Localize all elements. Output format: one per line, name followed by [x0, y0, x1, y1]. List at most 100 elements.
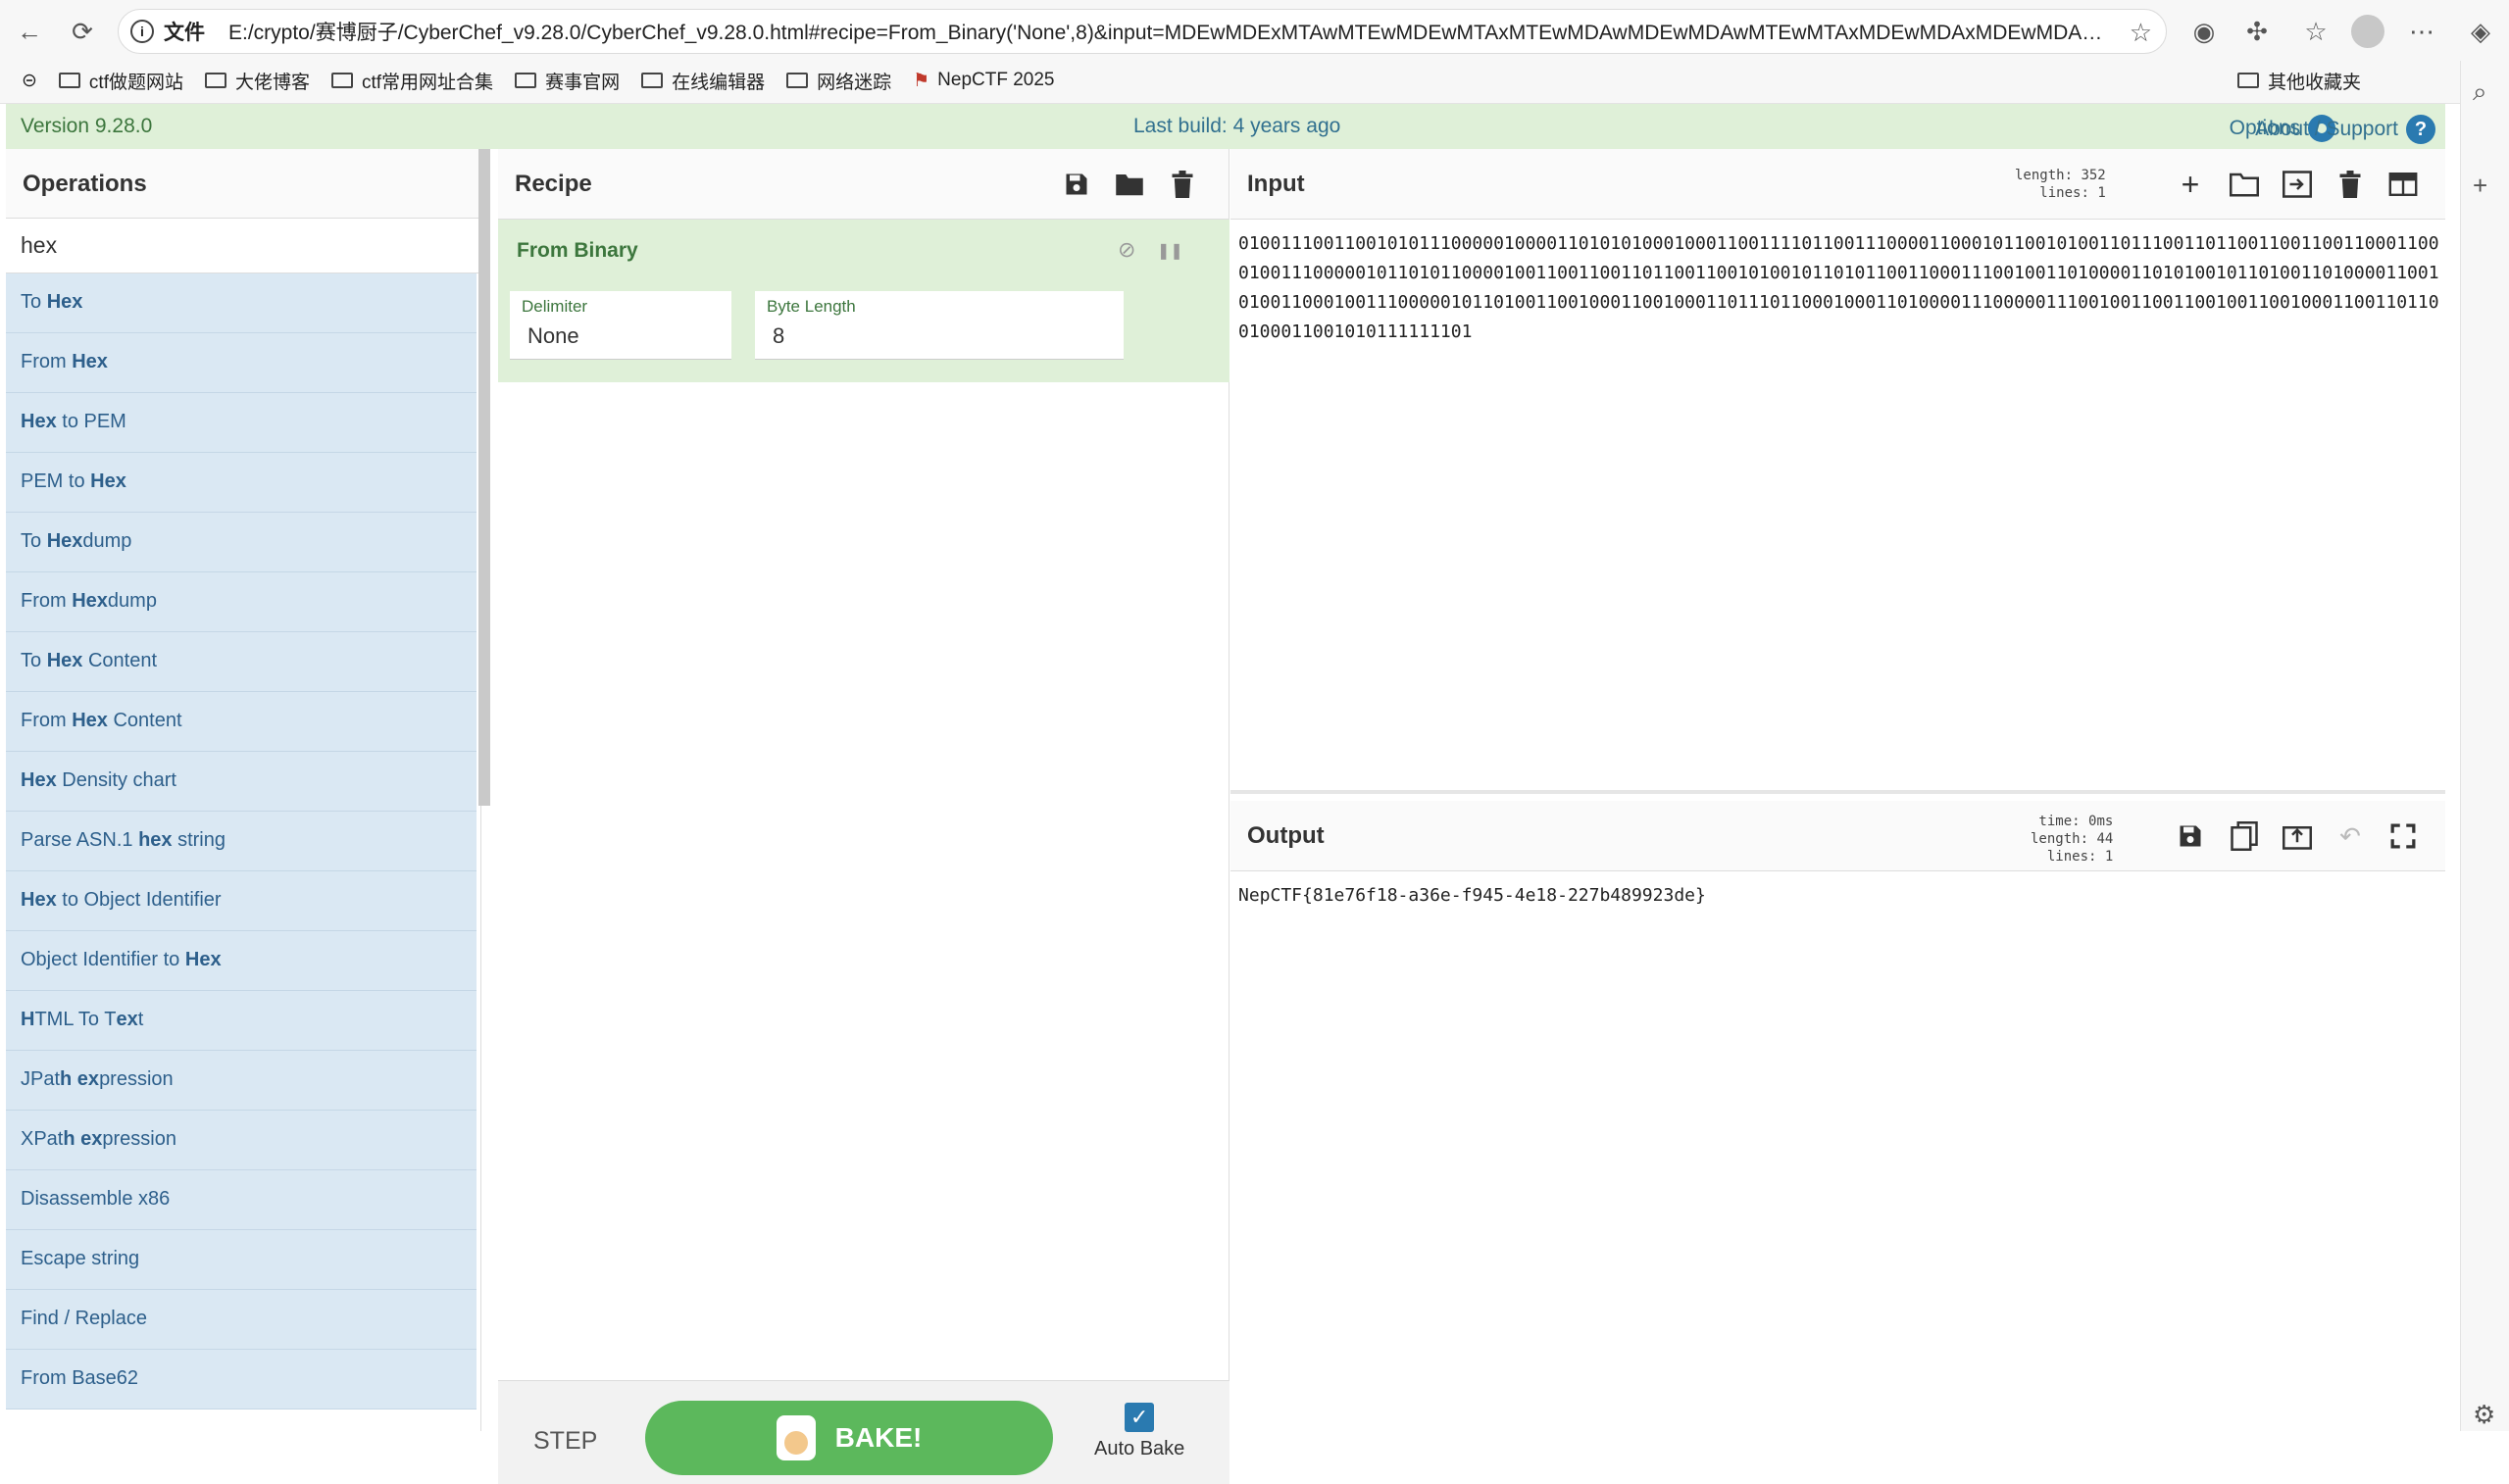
record-icon[interactable]: ◉ — [2184, 12, 2224, 51]
star-icon[interactable]: ☆ — [2130, 18, 2152, 48]
profile-avatar[interactable] — [2351, 15, 2384, 48]
url-text[interactable]: E:/crypto/赛博厨子/CyberChef_v9.28.0/CyberCh… — [228, 17, 2111, 46]
operation-match-text: Hex — [21, 411, 57, 432]
length-label: length: — [2031, 831, 2089, 847]
operation-item[interactable]: Hex to PEM — [6, 393, 477, 453]
bookmark-link[interactable]: ⚑ NepCTF 2025 — [913, 70, 1054, 92]
bookmark-folder[interactable]: ctf做题网站 — [58, 68, 183, 94]
bookmark-folder[interactable]: 在线编辑器 — [641, 68, 765, 94]
operation-item[interactable]: Parse ASN.1 hex string — [6, 812, 477, 871]
maximise-icon[interactable] — [2387, 820, 2419, 852]
time-label: time: — [2038, 814, 2081, 829]
add-tab-icon[interactable]: + — [2175, 167, 2206, 202]
operation-item[interactable]: PEM to Hex — [6, 453, 477, 513]
other-bookmarks[interactable]: 其他收藏夹 — [2236, 68, 2361, 94]
operation-item[interactable]: Hex Density chart — [6, 752, 477, 812]
about-link[interactable]: About / Support? — [2255, 115, 2435, 144]
input-stats: length: 352 lines: 1 — [2015, 167, 2106, 202]
replace-input-icon[interactable] — [2282, 820, 2313, 852]
operation-item[interactable]: From Hex Content — [6, 692, 477, 752]
operation-text: From — [21, 590, 73, 612]
recipe-operation-from-binary[interactable]: From Binary ⊘ ❚❚ Delimiter None Byte Len… — [498, 220, 1229, 382]
operation-item[interactable]: From Hex — [6, 333, 477, 393]
input-header: Input length: 352 lines: 1 + — [1230, 149, 2445, 220]
operation-match-text: H — [21, 1009, 35, 1030]
bookmark-folder[interactable]: ctf常用网址合集 — [331, 68, 493, 94]
reading-list-icon[interactable]: ⊝ — [22, 70, 37, 92]
last-build-label: Last build: 4 years ago — [1133, 115, 1341, 137]
disable-icon[interactable]: ⊘ — [1118, 237, 1135, 263]
operations-title: Operations — [6, 149, 480, 219]
operation-item[interactable]: Object Identifier to Hex — [6, 931, 477, 991]
output-title: Output — [1247, 822, 1325, 849]
operation-item[interactable]: JPath expression — [6, 1051, 477, 1111]
operation-item[interactable]: To Hexdump — [6, 513, 477, 572]
bookmark-folder[interactable]: 网络迷踪 — [786, 68, 891, 94]
length-label: length: — [2015, 168, 2074, 183]
trash-icon[interactable] — [1167, 169, 1198, 200]
pause-icon[interactable]: ❚❚ — [1157, 241, 1183, 261]
operation-match-text: Hex — [90, 470, 126, 492]
folder-icon — [58, 73, 80, 88]
reload-icon[interactable]: ⟳ — [65, 14, 100, 49]
copy-icon[interactable] — [2229, 820, 2260, 852]
settings-icon[interactable]: ⚙ — [2473, 1400, 2495, 1430]
trash-icon[interactable] — [2334, 169, 2366, 200]
bookmark-folder[interactable]: 赛事官网 — [515, 68, 620, 94]
operation-match-text: Hex — [184, 949, 222, 970]
edge-sidebar: ⌕ + ⚙ — [2460, 61, 2509, 1431]
operation-item[interactable]: Escape string — [6, 1230, 477, 1290]
scrollbar[interactable] — [478, 149, 490, 806]
lines-value: 1 — [2097, 185, 2106, 201]
operation-item[interactable]: Disassemble x86 — [6, 1170, 477, 1230]
add-icon[interactable]: + — [2473, 171, 2487, 201]
favorites-icon[interactable]: ☆ — [2296, 12, 2335, 51]
bookmark-label: 其他收藏夹 — [2267, 72, 2361, 93]
folder-icon[interactable] — [1114, 169, 1145, 200]
more-icon[interactable]: ⋯ — [2402, 12, 2441, 51]
extensions-icon[interactable]: ✣ — [2237, 12, 2277, 51]
bookmark-label: 在线编辑器 — [672, 72, 766, 93]
layout-icon[interactable] — [2387, 169, 2419, 200]
search-icon[interactable]: ⌕ — [2473, 76, 2487, 108]
operation-match-text: hex — [138, 829, 173, 851]
operation-item[interactable]: Hex to Object Identifier — [6, 871, 477, 931]
save-icon[interactable] — [1061, 169, 1092, 200]
copilot-icon[interactable]: ◈ — [2461, 12, 2500, 51]
auto-bake-label: Auto Bake — [1094, 1438, 1185, 1459]
operation-text: pression — [102, 1128, 176, 1150]
operation-item[interactable]: From Base62 — [6, 1350, 477, 1410]
bookmark-folder[interactable]: 大佬博客 — [204, 68, 310, 94]
operation-item[interactable]: To Hex — [6, 273, 477, 333]
delimiter-field[interactable]: Delimiter None — [510, 291, 731, 360]
auto-bake-toggle[interactable]: ✓ Auto Bake — [1094, 1403, 1184, 1460]
byte-length-value: 8 — [773, 323, 785, 348]
folder-icon — [2236, 73, 2259, 88]
operation-item[interactable]: Find / Replace — [6, 1290, 477, 1350]
checkbox-icon[interactable]: ✓ — [1125, 1403, 1155, 1432]
bake-label: BAKE! — [834, 1422, 923, 1453]
open-file-icon[interactable] — [2282, 169, 2313, 200]
bake-button[interactable]: BAKE! — [645, 1401, 1053, 1475]
info-icon[interactable]: i — [130, 20, 154, 43]
address-bar[interactable]: i 文件 E:/crypto/赛博厨子/CyberChef_v9.28.0/Cy… — [118, 9, 2167, 54]
output-stats: time: 0ms length: 44 lines: 1 — [2031, 813, 2113, 866]
save-icon[interactable] — [2175, 820, 2206, 852]
about-label: About / Support — [2255, 118, 2398, 140]
operation-match-text: Hex — [72, 710, 108, 731]
operations-search-input[interactable]: hex — [6, 219, 480, 273]
back-icon[interactable]: ← — [12, 14, 47, 49]
recipe-title: Recipe — [515, 171, 592, 197]
operation-item[interactable]: HTML To Text — [6, 991, 477, 1051]
operation-item[interactable]: From Hexdump — [6, 572, 477, 632]
open-folder-icon[interactable] — [2229, 169, 2260, 200]
operation-item[interactable]: XPath expression — [6, 1111, 477, 1170]
bookmark-label: 赛事官网 — [545, 72, 621, 93]
output-header: Output time: 0ms length: 44 lines: 1 ↶ — [1230, 801, 2445, 871]
input-textarea[interactable]: 0100111001100101011100000100001101010100… — [1238, 229, 2439, 347]
undo-icon[interactable]: ↶ — [2334, 820, 2366, 852]
byte-length-field[interactable]: Byte Length 8 — [755, 291, 1124, 360]
step-button[interactable]: STEP — [533, 1427, 597, 1456]
operation-item[interactable]: To Hex Content — [6, 632, 477, 692]
output-textarea[interactable]: NepCTF{81e76f18-a36e-f945-4e18-227b48992… — [1238, 881, 2439, 911]
